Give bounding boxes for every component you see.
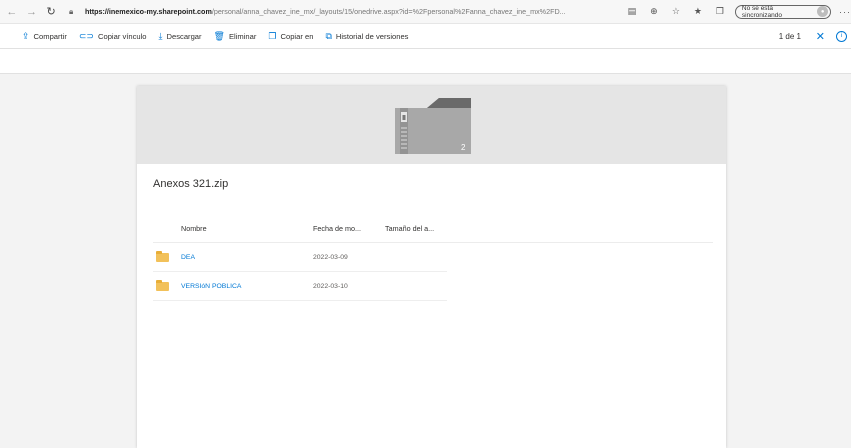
download-button[interactable]: ⤓ Descargar (159, 31, 202, 42)
lock-icon: 🔒︎ (68, 6, 74, 16)
refresh-icon[interactable]: ↻ (43, 4, 59, 20)
row-name[interactable]: DEA (181, 254, 313, 261)
folder-icon (156, 279, 169, 291)
delete-button[interactable]: 🗑︎ Eliminar (214, 31, 257, 42)
zoom-icon[interactable]: ⊕ (643, 6, 665, 17)
copy-to-label: Copiar en (280, 31, 314, 41)
link-icon: ⊂⊃ (78, 30, 94, 41)
zip-preview-panel: 2 Anexos 321.zip Nombre Fecha de mo... T… (137, 86, 726, 448)
download-icon: ⤓ (158, 30, 163, 41)
download-label: Descargar (166, 31, 202, 41)
command-bar-items: ⇪ Compartir ⊂⊃ Copiar vínculo ⤓ Descarga… (0, 24, 851, 49)
collections-icon[interactable]: ❐ (709, 6, 731, 17)
row-name[interactable]: VERSIóN POBLICA (181, 283, 313, 290)
browser-toolbar: ← → ↻ 🔒︎ https://inemexico-my.sharepoint… (0, 0, 851, 24)
version-history-icon: ⧉ (325, 30, 332, 41)
zip-contents-table: Nombre Fecha de mo... Tamaño del a... DE… (153, 220, 713, 301)
table-header-row: Nombre Fecha de mo... Tamaño del a... (153, 220, 713, 236)
zip-preview-header: 2 (137, 86, 726, 164)
command-bar (0, 48, 851, 74)
column-header-date[interactable]: Fecha de mo... (313, 224, 385, 233)
info-icon[interactable]: i (836, 30, 847, 42)
profile-avatar-icon: ● (817, 6, 829, 17)
trash-icon: 🗑︎ (213, 30, 225, 41)
share-icon: ⇪ (22, 30, 30, 41)
add-favorite-icon[interactable]: ☆ (665, 6, 687, 17)
folder-icon (156, 250, 169, 262)
reader-view-icon[interactable]: ▤ (621, 6, 643, 17)
table-row[interactable]: DEA 2022-03-09 (153, 243, 447, 272)
table-row[interactable]: VERSIóN POBLICA 2022-03-10 (153, 272, 447, 301)
address-bar[interactable]: 🔒︎ https://inemexico-my.sharepoint.com /… (69, 4, 617, 20)
address-host: https://inemexico-my.sharepoint.com (84, 7, 212, 16)
sync-status-label: No se está sincronizando (741, 4, 783, 19)
forward-arrow-icon[interactable]: → (24, 4, 40, 20)
row-date: 2022-03-10 (313, 282, 348, 290)
browser-tool-icons: ▤ ⊕ ☆ ★ ❐ (621, 6, 731, 17)
share-label: Compartir (33, 31, 67, 41)
browser-more-icon[interactable]: ··· (839, 7, 851, 17)
copy-link-label: Copiar vínculo (97, 31, 147, 41)
page-counter: 1 de 1 (778, 31, 801, 41)
favorites-icon[interactable]: ★ (687, 6, 709, 17)
copy-to-button[interactable]: ❐ Copiar en (268, 31, 313, 42)
zip-folder-icon: 2 (395, 98, 471, 154)
address-path: /personal/anna_chavez_ine_mx/_layouts/15… (211, 7, 566, 16)
version-history-button[interactable]: ⧉ Historial de versiones (325, 31, 408, 42)
column-header-name[interactable]: Nombre (181, 224, 313, 233)
version-history-label: Historial de versiones (335, 31, 409, 41)
row-date: 2022-03-09 (313, 253, 348, 261)
close-icon[interactable]: ✕ (816, 30, 825, 43)
share-button[interactable]: ⇪ Compartir (22, 31, 67, 42)
file-title: Anexos 321.zip (153, 178, 229, 190)
delete-label: Eliminar (228, 31, 257, 41)
copy-icon: ❐ (268, 30, 277, 41)
sync-status-button[interactable]: No se está sincronizando ● (734, 4, 832, 19)
back-arrow-icon[interactable]: ← (4, 4, 20, 20)
copy-link-button[interactable]: ⊂⊃ Copiar vínculo (79, 31, 147, 42)
column-header-size[interactable]: Tamaño del a... (385, 224, 465, 233)
zip-file-count: 2 (461, 143, 466, 152)
